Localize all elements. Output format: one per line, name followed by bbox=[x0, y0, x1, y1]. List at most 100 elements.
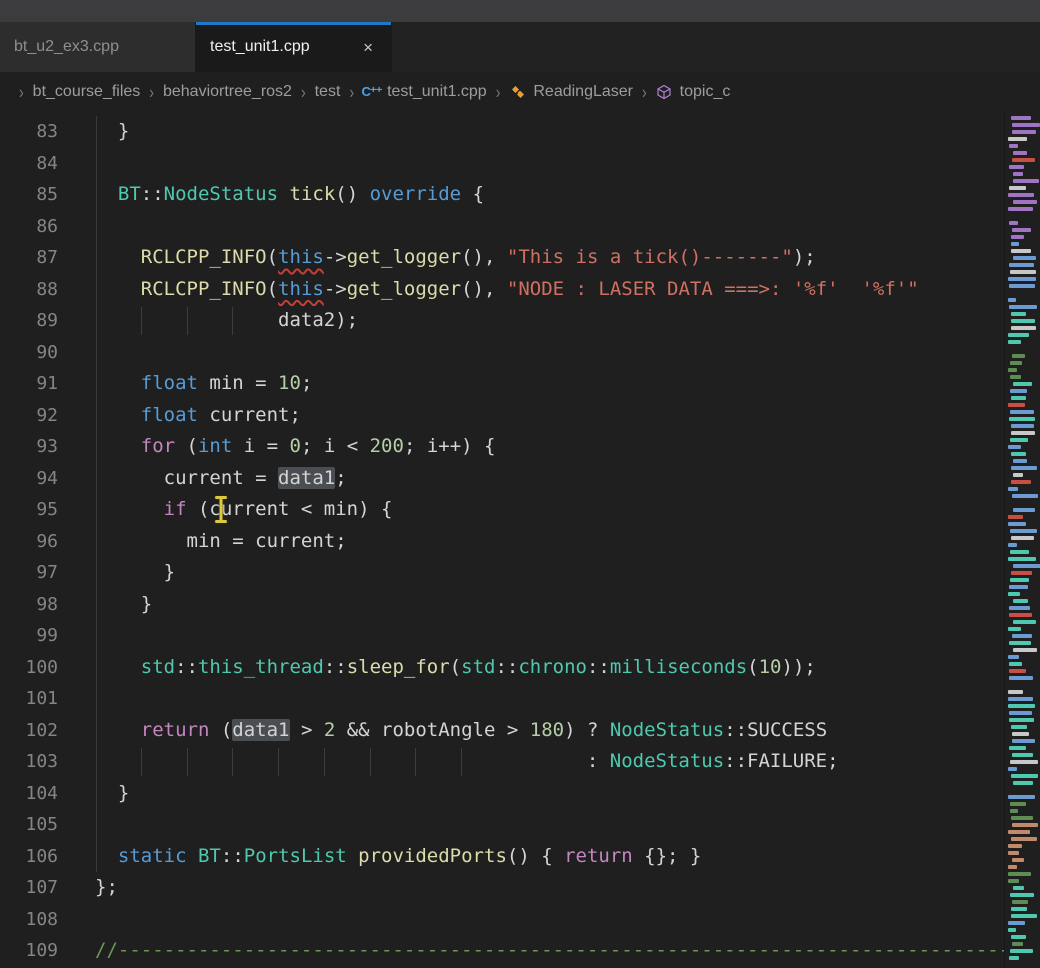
line-number[interactable]: 95 bbox=[0, 494, 75, 526]
code-token: RCLCPP_INFO bbox=[141, 278, 267, 300]
minimap-line bbox=[1011, 319, 1035, 323]
code-token: ( bbox=[267, 278, 278, 300]
line-number[interactable]: 98 bbox=[0, 589, 75, 621]
line-number[interactable]: 105 bbox=[0, 809, 75, 841]
line-number[interactable]: 97 bbox=[0, 557, 75, 589]
tab-test_unit1.cpp[interactable]: test_unit1.cpp× bbox=[196, 22, 392, 72]
breadcrumb-item-test_unit1.cpp[interactable]: C⁺⁺test_unit1.cpp bbox=[363, 83, 487, 101]
minimap-line bbox=[1008, 403, 1025, 407]
indent-guide bbox=[187, 748, 188, 776]
tab-bt_u2_ex3.cpp[interactable]: bt_u2_ex3.cpp bbox=[0, 22, 196, 72]
code-line-85[interactable]: 85 BT::NodeStatus tick() override { bbox=[0, 179, 1040, 211]
code-line-83[interactable]: 83 } bbox=[0, 116, 1040, 148]
code-token: > bbox=[290, 719, 324, 741]
minimap-line bbox=[1011, 242, 1019, 246]
code-text: RCLCPP_INFO(this->get_logger(), "This is… bbox=[75, 242, 816, 274]
minimap-line bbox=[1008, 928, 1016, 932]
code-line-106[interactable]: 106 static BT::PortsList providedPorts()… bbox=[0, 841, 1040, 873]
minimap-line bbox=[1011, 536, 1034, 540]
line-number[interactable]: 106 bbox=[0, 841, 75, 873]
code-text: //--------------------------------------… bbox=[75, 935, 1040, 967]
code-line-95[interactable]: 95 if (current < min) { bbox=[0, 494, 1040, 526]
code-line-107[interactable]: 107}; bbox=[0, 872, 1040, 904]
line-number[interactable]: 100 bbox=[0, 652, 75, 684]
breadcrumb-item-behaviortree_ros2[interactable]: behaviortree_ros2 bbox=[163, 83, 292, 101]
breadcrumb-item-ReadingLaser[interactable]: ReadingLaser bbox=[509, 83, 633, 101]
code-line-89[interactable]: 89 data2); bbox=[0, 305, 1040, 337]
line-number[interactable]: 93 bbox=[0, 431, 75, 463]
code-line-109[interactable]: 109//-----------------------------------… bbox=[0, 935, 1040, 967]
code-line-86[interactable]: 86 bbox=[0, 211, 1040, 243]
code-line-103[interactable]: 103 : NodeStatus::FAILURE; bbox=[0, 746, 1040, 778]
breadcrumb-item-bt_course_files[interactable]: bt_course_files bbox=[33, 83, 141, 101]
minimap-line bbox=[1008, 277, 1036, 281]
minimap-line bbox=[1013, 382, 1032, 386]
line-number[interactable]: 83 bbox=[0, 116, 75, 148]
code-line-104[interactable]: 104 } bbox=[0, 778, 1040, 810]
minimap-line bbox=[1012, 823, 1038, 827]
line-number[interactable]: 90 bbox=[0, 337, 75, 369]
minimap-line bbox=[1008, 592, 1020, 596]
code-token: :: bbox=[324, 656, 347, 678]
code-token: for bbox=[141, 435, 175, 457]
code-line-108[interactable]: 108 bbox=[0, 904, 1040, 936]
code-token: 180 bbox=[530, 719, 564, 741]
code-line-101[interactable]: 101 bbox=[0, 683, 1040, 715]
code-line-96[interactable]: 96 min = current; bbox=[0, 526, 1040, 558]
code-line-94[interactable]: 94 current = data1; bbox=[0, 463, 1040, 495]
code-text: data2); bbox=[75, 305, 358, 337]
line-number[interactable]: 88 bbox=[0, 274, 75, 306]
line-number[interactable]: 107 bbox=[0, 872, 75, 904]
code-line-84[interactable]: 84 bbox=[0, 148, 1040, 180]
code-text bbox=[75, 211, 95, 243]
code-line-92[interactable]: 92 float current; bbox=[0, 400, 1040, 432]
line-number[interactable]: 92 bbox=[0, 400, 75, 432]
minimap-line bbox=[1011, 725, 1027, 729]
line-number[interactable]: 104 bbox=[0, 778, 75, 810]
code-line-99[interactable]: 99 bbox=[0, 620, 1040, 652]
indent-guide bbox=[141, 307, 142, 335]
line-number[interactable]: 109 bbox=[0, 935, 75, 967]
line-number[interactable]: 86 bbox=[0, 211, 75, 243]
minimap-line bbox=[1008, 207, 1033, 211]
code-token: } bbox=[95, 593, 152, 615]
code-line-93[interactable]: 93 for (int i = 0; i < 200; i++) { bbox=[0, 431, 1040, 463]
line-number[interactable]: 99 bbox=[0, 620, 75, 652]
code-editor[interactable]: 83 }8485 BT::NodeStatus tick() override … bbox=[0, 112, 1040, 968]
line-number[interactable]: 101 bbox=[0, 683, 75, 715]
code-line-88[interactable]: 88 RCLCPP_INFO(this->get_logger(), "NODE… bbox=[0, 274, 1040, 306]
code-line-90[interactable]: 90 bbox=[0, 337, 1040, 369]
code-token bbox=[95, 278, 141, 300]
line-number[interactable]: 108 bbox=[0, 904, 75, 936]
code-line-105[interactable]: 105 bbox=[0, 809, 1040, 841]
line-number[interactable]: 87 bbox=[0, 242, 75, 274]
minimap-line bbox=[1013, 564, 1040, 568]
line-number[interactable]: 91 bbox=[0, 368, 75, 400]
code-line-91[interactable]: 91 float min = 10; bbox=[0, 368, 1040, 400]
minimap-line bbox=[1013, 788, 1039, 792]
minimap-line bbox=[1012, 228, 1031, 232]
code-text: current = data1; bbox=[75, 463, 347, 495]
line-number[interactable]: 89 bbox=[0, 305, 75, 337]
line-number[interactable]: 96 bbox=[0, 526, 75, 558]
code-token: PortsList bbox=[244, 845, 347, 867]
code-token: NodeStatus bbox=[164, 183, 278, 205]
close-icon[interactable]: × bbox=[359, 37, 377, 58]
line-number[interactable]: 84 bbox=[0, 148, 75, 180]
indent-guide bbox=[232, 307, 233, 335]
line-number[interactable]: 102 bbox=[0, 715, 75, 747]
code-line-98[interactable]: 98 } bbox=[0, 589, 1040, 621]
line-number[interactable]: 103 bbox=[0, 746, 75, 778]
line-number[interactable]: 94 bbox=[0, 463, 75, 495]
code-line-102[interactable]: 102 return (data1 > 2 && robotAngle > 18… bbox=[0, 715, 1040, 747]
minimap-line bbox=[1009, 956, 1019, 960]
code-line-100[interactable]: 100 std::this_thread::sleep_for(std::chr… bbox=[0, 652, 1040, 684]
code-token: 2 bbox=[324, 719, 335, 741]
minimap[interactable] bbox=[1004, 112, 1040, 968]
minimap-line bbox=[1013, 473, 1023, 477]
line-number[interactable]: 85 bbox=[0, 179, 75, 211]
breadcrumb-item-topic_c[interactable]: topic_c bbox=[656, 83, 731, 101]
code-line-97[interactable]: 97 } bbox=[0, 557, 1040, 589]
breadcrumb-item-test[interactable]: test bbox=[315, 83, 341, 101]
code-line-87[interactable]: 87 RCLCPP_INFO(this->get_logger(), "This… bbox=[0, 242, 1040, 274]
